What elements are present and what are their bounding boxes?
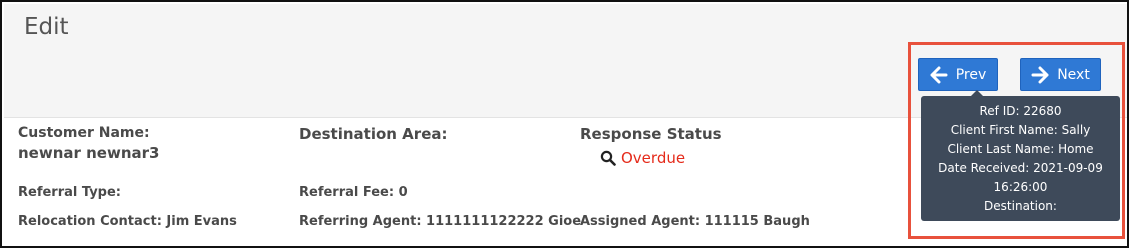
customer-name-value: newnar newnar3 (18, 144, 160, 162)
destination-area-label: Destination Area: (299, 125, 448, 143)
prev-button-label: Prev (955, 66, 987, 83)
referring-agent: Referring Agent: 1111111122222 Gioe (299, 214, 582, 229)
response-status-label: Response Status (580, 125, 722, 143)
next-record-tooltip: Ref ID: 22680 Client First Name: Sally C… (921, 90, 1120, 221)
tooltip-date-received: Date Received: 2021-09-09 (938, 161, 1103, 175)
customer-name-label: Customer Name: (18, 125, 150, 141)
relocation-contact: Relocation Contact: Jim Evans (18, 214, 237, 229)
arrow-right-icon (1031, 66, 1049, 83)
window-frame: Edit Customer Name: newnar newnar3 Desti… (0, 0, 1129, 248)
referral-fee: Referral Fee: 0 (299, 185, 408, 200)
referral-type-label: Referral Type: (18, 185, 121, 200)
tooltip-ref-id: Ref ID: 22680 (979, 104, 1062, 118)
response-status-value: Overdue (621, 149, 686, 167)
tooltip-destination: Destination: (984, 199, 1057, 213)
prev-button[interactable]: Prev (918, 58, 998, 91)
tooltip-client-first-name: Client First Name: Sally (950, 123, 1091, 137)
next-button[interactable]: Next (1020, 58, 1101, 91)
magnifier-icon (600, 150, 616, 166)
tooltip-time-received: 16:26:00 (993, 180, 1048, 194)
assigned-agent: Assigned Agent: 111115 Baugh (580, 214, 810, 229)
page-title: Edit (24, 14, 69, 40)
response-status[interactable]: Overdue (600, 149, 685, 167)
arrow-left-icon (930, 66, 948, 83)
tooltip-client-last-name: Client Last Name: Home (947, 142, 1094, 156)
next-button-label: Next (1057, 66, 1090, 83)
